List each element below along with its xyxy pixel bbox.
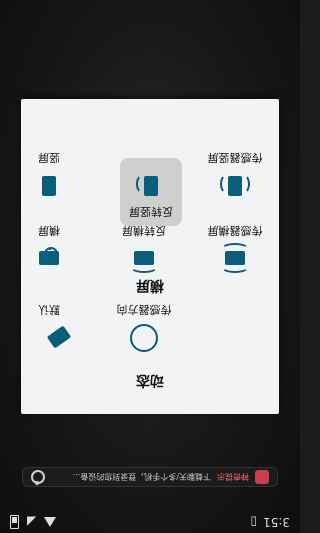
option-portrait[interactable]: 竖屏 <box>17 142 81 206</box>
orientation-dialog: 动态 默认 传感器方向 横屏 横屏 反转横屏 传感器横屏 竖屏 反转竖屏 传感器… <box>21 99 279 414</box>
rotate-auto-icon <box>39 325 72 349</box>
option-reverse-portrait[interactable]: 反转竖屏 <box>120 158 182 226</box>
option-label: 反转竖屏 <box>129 205 173 218</box>
sensor-ring-icon <box>130 324 158 352</box>
rotate-arc-icon <box>136 174 150 194</box>
rotate-arc-top-icon <box>221 261 249 273</box>
app-icon <box>255 470 269 484</box>
status-bar: 3:51 ▯ ◢ <box>0 511 300 533</box>
option-label: 传感器方向 <box>116 303 172 316</box>
option-sensor-landscape[interactable]: 传感器横屏 <box>203 223 267 287</box>
option-landscape[interactable]: 横屏 <box>17 223 81 287</box>
portrait-icon <box>42 176 56 196</box>
sensor-portrait-icon <box>220 174 250 196</box>
rotated-screen: 3:51 ▯ ◢ 神奇提示 下载聊天/多个手机，登录到您的设备... 动态 默认 <box>0 0 300 533</box>
sensor-rotate-icon <box>130 324 158 352</box>
rotate-arc-icon <box>130 261 158 273</box>
option-label: 传感器横屏 <box>207 224 263 237</box>
portrait-screen-icon <box>42 176 56 196</box>
option-sensor[interactable]: 传感器方向 <box>112 302 176 366</box>
tilted-screen-icon <box>46 325 72 349</box>
option-default[interactable]: 默认 <box>17 302 81 366</box>
option-label: 横屏 <box>38 224 60 237</box>
landscape-screen-icon <box>39 251 59 265</box>
no-sim-icon: ◢ <box>27 515 37 529</box>
rotate-arc-left-icon <box>236 174 250 194</box>
reverse-portrait-icon <box>136 174 158 196</box>
rotate-arc-right-icon <box>220 174 234 194</box>
battery-icon <box>10 515 19 529</box>
landscape-icon <box>39 251 59 265</box>
assistant-icon[interactable] <box>31 470 45 484</box>
section-title-dynamic: 动态 <box>136 372 164 388</box>
notification-text: 下载聊天/多个手机，登录到您的设备... <box>72 472 211 482</box>
option-sensor-portrait[interactable]: 传感器竖屏 <box>203 142 267 206</box>
status-left: 3:51 ▯ <box>250 515 290 529</box>
option-reverse-landscape[interactable]: 反转横屏 <box>112 223 176 287</box>
clock: 3:51 <box>263 515 290 529</box>
status-right: ◢ <box>10 515 57 529</box>
notification-tag: 神奇提示 <box>217 472 249 482</box>
option-label: 传感器竖屏 <box>207 151 263 164</box>
signal-icon <box>44 517 57 527</box>
sensor-landscape-icon <box>221 243 249 273</box>
notification-search-bar[interactable]: 神奇提示 下载聊天/多个手机，登录到您的设备... <box>22 467 278 487</box>
rotate-arc-bottom-icon <box>221 243 249 255</box>
vibrate-icon: ▯ <box>250 515 258 529</box>
option-label: 竖屏 <box>38 151 60 164</box>
reverse-landscape-icon <box>130 251 158 273</box>
option-label: 默认 <box>38 303 60 316</box>
